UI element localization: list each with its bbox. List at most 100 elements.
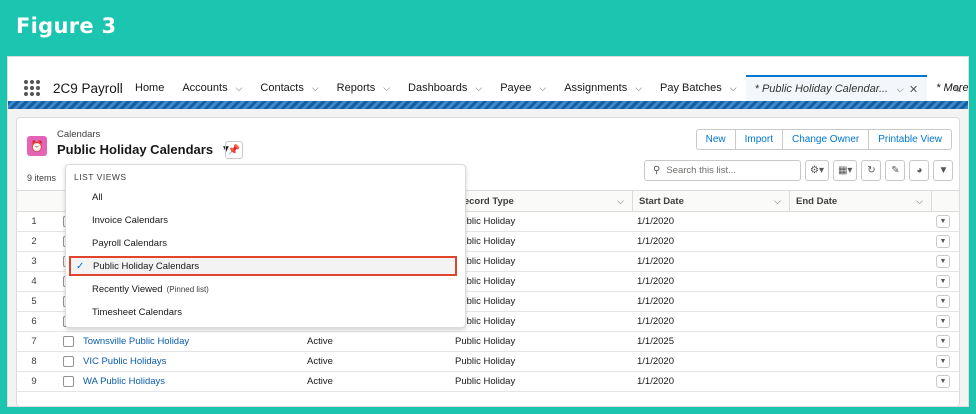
chevron-down-icon[interactable]: ⌵ xyxy=(774,196,781,207)
chevron-down-icon: ▼ xyxy=(939,238,947,245)
import-button[interactable]: Import xyxy=(735,129,783,150)
list-view-option-all[interactable]: All xyxy=(66,187,465,207)
pin-icon: 📌 xyxy=(227,144,241,156)
filter-button[interactable]: ▼ xyxy=(933,160,954,181)
list-view-option-public-holiday-calendars[interactable]: ✓ Public Holiday Calendars xyxy=(69,256,457,276)
list-view-option-payroll-calendars[interactable]: Payroll Calendars xyxy=(66,233,465,253)
nav-item-payee[interactable]: Payee ⌵ xyxy=(491,75,555,101)
nav-item-accounts[interactable]: Accounts ⌵ xyxy=(173,75,251,101)
chevron-down-icon: ▼ xyxy=(939,278,947,285)
chevron-down-icon[interactable]: ⌵ xyxy=(312,83,319,94)
list-controls: ⚙▾ ▦▾ ↻ ✎ ◕ ▼ xyxy=(805,160,954,181)
settings-menu-button[interactable]: ⚙▾ xyxy=(805,160,829,181)
chevron-down-icon[interactable]: ⌵ xyxy=(916,196,923,207)
pie-chart-icon: ◕ xyxy=(916,165,923,176)
row-actions-button[interactable]: ▼ xyxy=(936,255,950,268)
row-checkbox[interactable] xyxy=(63,376,74,387)
row-actions-button[interactable]: ▼ xyxy=(936,355,950,368)
column-start-date[interactable]: Start Date ⌵ xyxy=(633,191,790,212)
charts-button[interactable]: ◕ xyxy=(909,160,930,181)
display-as-button[interactable]: ▦▾ xyxy=(832,160,858,181)
row-checkbox[interactable] xyxy=(63,336,74,347)
record-type: Public Holiday xyxy=(455,356,516,367)
record-type: Public Holiday xyxy=(455,376,516,387)
nav-bar: Home Accounts ⌵ Contacts ⌵ Reports ⌵ Dashboards… xyxy=(126,75,968,101)
chevron-down-icon[interactable]: ⌵ xyxy=(236,83,243,94)
chevron-down-icon[interactable]: ⌵ xyxy=(635,83,642,94)
chevron-down-icon[interactable]: ⌵ xyxy=(383,83,390,94)
row-number: 3 xyxy=(31,256,37,267)
edit-nav-icon[interactable]: ✎ xyxy=(953,83,962,96)
row-actions-button[interactable]: ▼ xyxy=(936,275,950,288)
start-date: 1/1/2020 xyxy=(637,316,674,327)
inline-edit-button[interactable]: ✎ xyxy=(885,160,906,181)
nav-tab-active[interactable]: * Public Holiday Calendar... ⌵ ✕ xyxy=(745,75,928,101)
list-view-option-recently-viewed[interactable]: Recently Viewed (Pinned list) xyxy=(66,279,465,299)
app-launcher-icon[interactable] xyxy=(24,80,40,96)
app-window: 2C9 Payroll Home Accounts ⌵ Contacts ⌵ Report… xyxy=(7,56,969,407)
list-view-card: ⏰ Calendars Public Holiday Calendars ▼ 📌… xyxy=(16,117,960,406)
nav-item-reports[interactable]: Reports ⌵ xyxy=(328,75,399,101)
chevron-down-icon: ▼ xyxy=(939,358,947,365)
record-status: Active xyxy=(307,376,333,387)
gear-icon: ⚙▾ xyxy=(810,165,824,176)
nav-item-pay-batches[interactable]: Pay Batches ⌵ xyxy=(651,75,746,101)
main-content: ⏰ Calendars Public Holiday Calendars ▼ 📌… xyxy=(8,109,968,406)
chevron-down-icon[interactable]: ⌵ xyxy=(896,84,903,95)
pin-list-button[interactable]: 📌 xyxy=(225,141,243,159)
start-date: 1/1/2020 xyxy=(637,376,674,387)
row-number: 2 xyxy=(31,236,37,247)
chevron-down-icon[interactable]: ⌵ xyxy=(475,83,482,94)
row-actions-button[interactable]: ▼ xyxy=(936,215,950,228)
start-date: 1/1/2020 xyxy=(637,236,674,247)
start-date: 1/1/2020 xyxy=(637,356,674,367)
record-status: Active xyxy=(307,336,333,347)
record-name-link[interactable]: VIC Public Holidays xyxy=(83,352,166,371)
list-views-dropdown: LIST VIEWS All Invoice Calendars Payroll C… xyxy=(65,164,466,328)
figure-title: Figure 3 xyxy=(16,14,117,38)
table-row: 7 Townsville Public Holiday Active Public H… xyxy=(17,332,959,352)
list-view-selector[interactable]: Public Holiday Calendars ▼ xyxy=(57,142,231,157)
nav-item-dashboards[interactable]: Dashboards ⌵ xyxy=(399,75,491,101)
chevron-down-icon: ▼ xyxy=(939,258,947,265)
row-actions-button[interactable]: ▼ xyxy=(936,375,950,388)
list-views-header: LIST VIEWS xyxy=(74,172,127,182)
item-count: 9 items xyxy=(27,173,57,183)
chevron-down-icon: ▼ xyxy=(939,218,947,225)
nav-item-contacts[interactable]: Contacts ⌵ xyxy=(251,75,327,101)
row-number: 5 xyxy=(31,296,37,307)
search-input[interactable]: ⚲ Search this list... xyxy=(644,160,801,181)
close-icon[interactable]: ✕ xyxy=(909,83,918,96)
nav-item-home[interactable]: Home xyxy=(126,75,173,101)
list-view-option-invoice-calendars[interactable]: Invoice Calendars xyxy=(66,210,465,230)
table-icon: ▦▾ xyxy=(837,165,853,176)
chevron-down-icon[interactable]: ⌵ xyxy=(539,83,546,94)
row-number: 6 xyxy=(31,316,37,327)
nav-more[interactable]: * More▼ xyxy=(927,75,968,101)
row-actions-button[interactable]: ▼ xyxy=(936,335,950,348)
column-end-date[interactable]: End Date ⌵ xyxy=(790,191,932,212)
list-view-option-timesheet-calendars[interactable]: Timesheet Calendars xyxy=(66,302,465,322)
chevron-down-icon[interactable]: ⌵ xyxy=(730,83,737,94)
row-number: 4 xyxy=(31,276,37,287)
new-button[interactable]: New xyxy=(695,129,736,150)
start-date: 1/1/2025 xyxy=(637,336,674,347)
list-actions: New Import Change Owner Printable View xyxy=(695,129,952,150)
row-checkbox[interactable] xyxy=(63,356,74,367)
refresh-button[interactable]: ↻ xyxy=(861,160,882,181)
row-actions-button[interactable]: ▼ xyxy=(936,315,950,328)
pencil-icon: ✎ xyxy=(891,165,900,176)
nav-item-assignments[interactable]: Assignments ⌵ xyxy=(555,75,651,101)
row-actions-button[interactable]: ▼ xyxy=(936,235,950,248)
header-band xyxy=(8,101,968,109)
record-name-link[interactable]: Townsville Public Holiday xyxy=(83,332,189,351)
row-actions-button[interactable]: ▼ xyxy=(936,295,950,308)
start-date: 1/1/2020 xyxy=(637,216,674,227)
printable-view-button[interactable]: Printable View xyxy=(869,129,952,150)
search-placeholder: Search this list... xyxy=(666,165,737,176)
chevron-down-icon[interactable]: ⌵ xyxy=(617,196,624,207)
record-name-link[interactable]: WA Public Holidays xyxy=(83,372,165,391)
change-owner-button[interactable]: Change Owner xyxy=(782,129,870,150)
chevron-down-icon: ▼ xyxy=(939,298,947,305)
column-record-type[interactable]: Record Type ⌵ xyxy=(451,191,633,212)
